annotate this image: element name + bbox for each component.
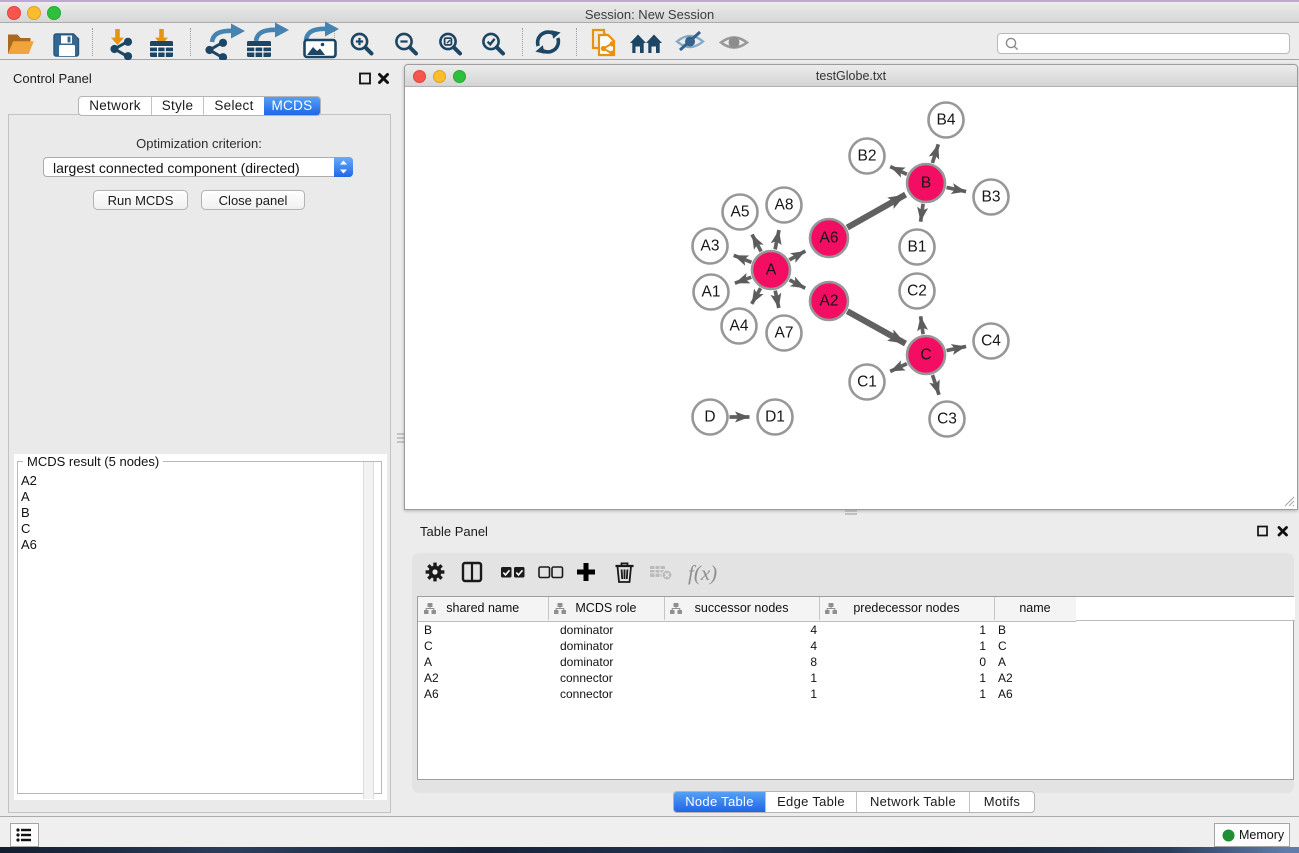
svg-text:B4: B4 (937, 112, 956, 129)
svg-text:A5: A5 (731, 204, 750, 221)
svg-text:A2: A2 (820, 293, 839, 310)
svg-text:D: D (704, 409, 715, 426)
svg-text:C: C (920, 347, 931, 364)
svg-text:C4: C4 (981, 333, 1001, 350)
svg-text:A3: A3 (701, 238, 720, 255)
svg-text:A: A (766, 262, 777, 279)
svg-text:B: B (921, 175, 931, 192)
svg-text:B3: B3 (982, 189, 1001, 206)
svg-text:C3: C3 (937, 411, 957, 428)
svg-text:C2: C2 (907, 283, 927, 300)
svg-text:A6: A6 (820, 230, 839, 247)
svg-text:B2: B2 (858, 148, 877, 165)
svg-text:B1: B1 (908, 239, 927, 256)
svg-text:C1: C1 (857, 374, 877, 391)
svg-text:A8: A8 (775, 197, 794, 214)
svg-text:A1: A1 (702, 284, 721, 301)
svg-text:D1: D1 (765, 409, 785, 426)
svg-text:A4: A4 (730, 318, 749, 335)
svg-text:A7: A7 (775, 325, 794, 342)
